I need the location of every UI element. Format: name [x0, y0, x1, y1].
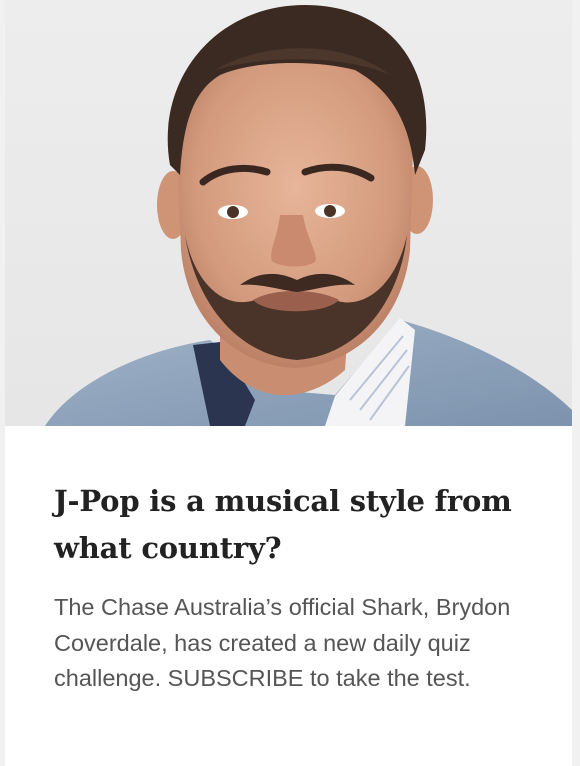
article-summary: The Chase Australia’s official Shark, Br… [54, 594, 511, 691]
article-text: J-Pop is a musical style from what count… [54, 478, 534, 697]
article-card[interactable]: J-Pop is a musical style from what count… [5, 0, 572, 766]
portrait-illustration [45, 5, 572, 426]
article-headline[interactable]: J-Pop is a musical style from what count… [54, 478, 534, 572]
article-hero-image[interactable] [5, 0, 572, 426]
